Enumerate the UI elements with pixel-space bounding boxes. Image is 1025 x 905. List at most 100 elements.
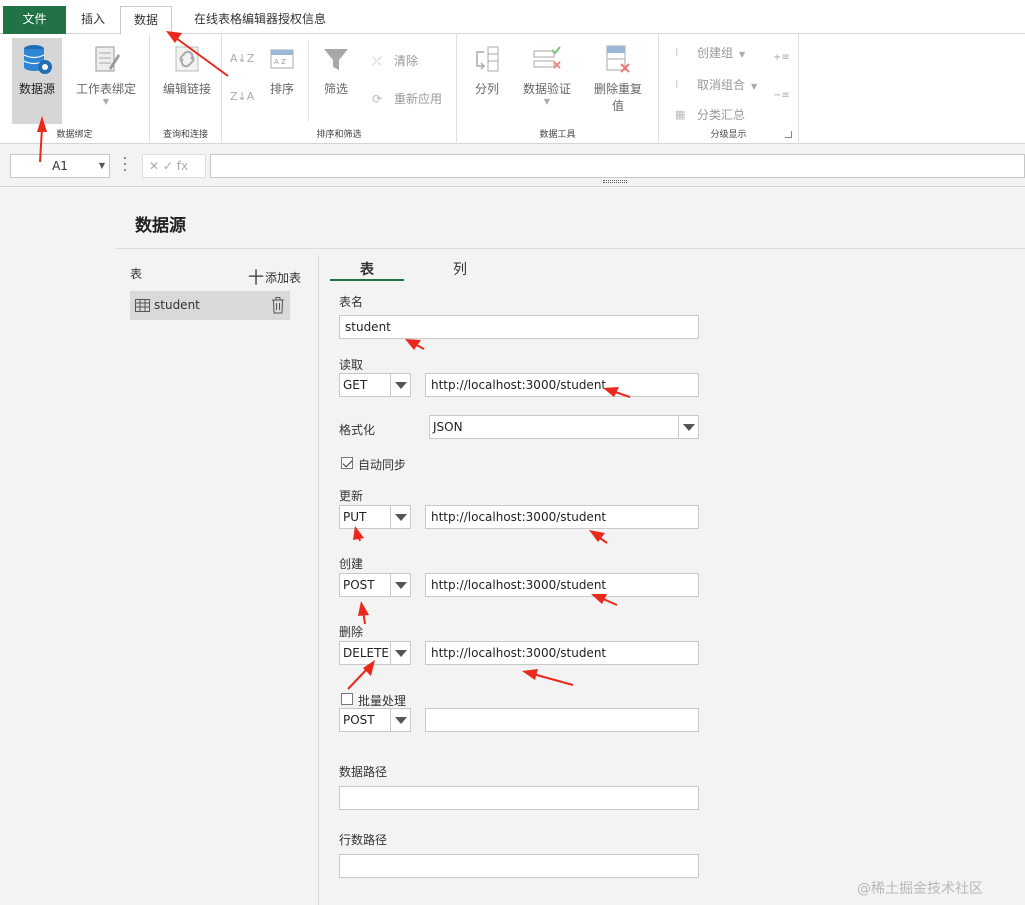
create-url-input[interactable]: http://localhost:3000/student <box>425 573 699 597</box>
read-label: 读取 <box>339 358 364 372</box>
tab-data[interactable]: 数据 <box>120 6 172 35</box>
chevron-down-icon[interactable] <box>390 642 410 664</box>
delete-method-select[interactable]: DELETE <box>339 641 411 665</box>
sort-label: 排序 <box>269 82 294 96</box>
table-name-label: 表名 <box>339 295 364 309</box>
table-name-input[interactable]: student <box>339 315 699 339</box>
format-value: JSON <box>433 420 463 434</box>
formula-actions[interactable]: ✕ ✓ fx <box>142 154 206 178</box>
data-validation-button[interactable]: 数据验证 ▼ <box>517 38 577 116</box>
edit-link-label: 编辑链接 <box>162 82 211 96</box>
chevron-down-icon[interactable] <box>678 416 698 438</box>
create-group-button[interactable]: ⁞ 创建组 ▼ <box>671 44 745 62</box>
group-data-binding: 数据源 工作表绑定 ▼ 数据绑定 <box>0 34 150 144</box>
tab-license-info[interactable]: 在线表格编辑器授权信息 <box>180 6 340 34</box>
read-url-input[interactable]: http://localhost:3000/student <box>425 373 699 397</box>
split-columns-icon <box>476 46 499 72</box>
remove-duplicates-button[interactable]: 删除重复 值 <box>587 38 649 118</box>
subtotal-label: 分类汇总 <box>697 108 746 122</box>
trash-icon[interactable] <box>271 297 285 314</box>
count-path-input[interactable] <box>339 854 699 878</box>
filter-button[interactable]: 筛选 <box>316 38 356 108</box>
auto-sync-checkbox[interactable] <box>341 457 353 469</box>
resize-grip-icon[interactable] <box>603 180 627 183</box>
sheet-binding-button[interactable]: 工作表绑定 ▼ <box>70 38 142 124</box>
split-columns-button[interactable]: 分列 <box>467 38 507 108</box>
funnel-clear-icon: ⤫ <box>372 54 382 68</box>
svg-text:A Z: A Z <box>274 58 286 66</box>
auto-sync-label: 自动同步 <box>358 458 407 472</box>
read-method-value: GET <box>343 378 368 392</box>
ribbon: 数据源 工作表绑定 ▼ 数据绑定 编辑链接 查询和连接 A↓Z Z↓A A Z … <box>0 34 1025 144</box>
watermark: @稀土掘金技术社区 <box>857 881 983 897</box>
tab-insert[interactable]: 插入 <box>70 6 116 34</box>
subtotal-icon: ▦ <box>675 108 686 121</box>
datasource-button[interactable]: 数据源 <box>12 38 62 124</box>
table-item-name: student <box>154 298 200 312</box>
tab-file[interactable]: 文件 <box>3 6 66 34</box>
sort-desc-icon[interactable]: Z↓A <box>230 90 254 103</box>
chevron-down-icon[interactable]: ▼ <box>99 155 105 177</box>
create-method-select[interactable]: POST <box>339 573 411 597</box>
delete-url-input[interactable]: http://localhost:3000/student <box>425 641 699 665</box>
ungroup-icon: ⁞ <box>675 78 679 91</box>
filter-label: 筛选 <box>323 82 348 96</box>
hide-detail-icon[interactable]: −≡ <box>773 90 790 101</box>
batch-checkbox[interactable] <box>341 693 353 705</box>
show-detail-icon[interactable]: +≡ <box>773 52 790 63</box>
group-label-tools: 数据工具 <box>539 130 576 140</box>
funnel-refresh-icon: ⟳ <box>372 92 383 106</box>
chevron-down-icon[interactable] <box>390 709 410 731</box>
update-url-input[interactable]: http://localhost:3000/student <box>425 505 699 529</box>
batch-url-input[interactable] <box>425 708 699 732</box>
add-table-button[interactable]: 十添加表 <box>248 264 301 288</box>
ungroup-button[interactable]: ⁞ 取消组合 ▼ <box>671 76 757 94</box>
sort-button[interactable]: A Z 排序 <box>260 38 304 108</box>
sort-asc-icon[interactable]: A↓Z <box>230 52 254 65</box>
delete-method-value: DELETE <box>343 646 390 660</box>
table-list-item[interactable]: student <box>130 291 290 320</box>
link-icon <box>175 46 199 72</box>
subtotal-button[interactable]: ▦ 分类汇总 <box>671 106 745 124</box>
batch-method-select[interactable]: POST <box>339 708 411 732</box>
clear-filter-button[interactable]: ⤫ 清除 <box>368 52 418 70</box>
chevron-down-icon[interactable] <box>390 574 410 596</box>
chevron-down-icon[interactable] <box>390 506 410 528</box>
chevron-down-icon: ▼ <box>751 82 758 91</box>
panel-title: 数据源 <box>135 216 186 236</box>
data-validation-label: 数据验证 <box>522 82 571 96</box>
edit-link-button[interactable]: 编辑链接 <box>158 38 216 124</box>
tab-columns[interactable]: 列 <box>430 259 490 281</box>
cell-ref: A1 <box>52 159 68 173</box>
formula-input[interactable] <box>210 154 1025 178</box>
more-options-icon[interactable]: · · · <box>122 152 128 178</box>
read-method-select[interactable]: GET <box>339 373 411 397</box>
group-icon: ⁞ <box>675 46 679 59</box>
chevron-down-icon[interactable] <box>390 374 410 396</box>
batch-method-value: POST <box>343 713 375 727</box>
tab-table[interactable]: 表 <box>330 259 404 281</box>
data-path-label: 数据路径 <box>339 765 388 779</box>
group-query: 编辑链接 查询和连接 <box>150 34 222 144</box>
divider <box>318 255 319 905</box>
update-method-select[interactable]: PUT <box>339 505 411 529</box>
add-table-label: 添加表 <box>265 271 302 285</box>
datasource-label: 数据源 <box>18 82 55 96</box>
ribbon-tab-bar: 文件 插入 数据 在线表格编辑器授权信息 <box>0 0 1025 35</box>
arrow-icon <box>405 339 425 350</box>
group-outline: ⁞ 创建组 ▼ ⁞ 取消组合 ▼ ▦ 分类汇总 +≡ −≡ 分级显示 <box>659 34 799 144</box>
remove-duplicates-label-2: 值 <box>611 99 624 113</box>
name-box[interactable]: A1 ▼ <box>10 154 110 178</box>
dialog-launcher-icon[interactable] <box>785 131 792 138</box>
remove-duplicates-icon <box>606 45 630 73</box>
reapply-button[interactable]: ⟳ 重新应用 <box>368 90 442 108</box>
format-select[interactable]: JSON <box>429 415 699 439</box>
chevron-down-icon: ▼ <box>543 97 551 106</box>
create-label: 创建 <box>339 557 364 571</box>
count-path-label: 行数路径 <box>339 833 388 847</box>
create-group-label: 创建组 <box>697 46 734 60</box>
format-label: 格式化 <box>339 423 376 437</box>
divider <box>308 40 309 122</box>
data-path-input[interactable] <box>339 786 699 810</box>
split-columns-label: 分列 <box>474 82 499 96</box>
